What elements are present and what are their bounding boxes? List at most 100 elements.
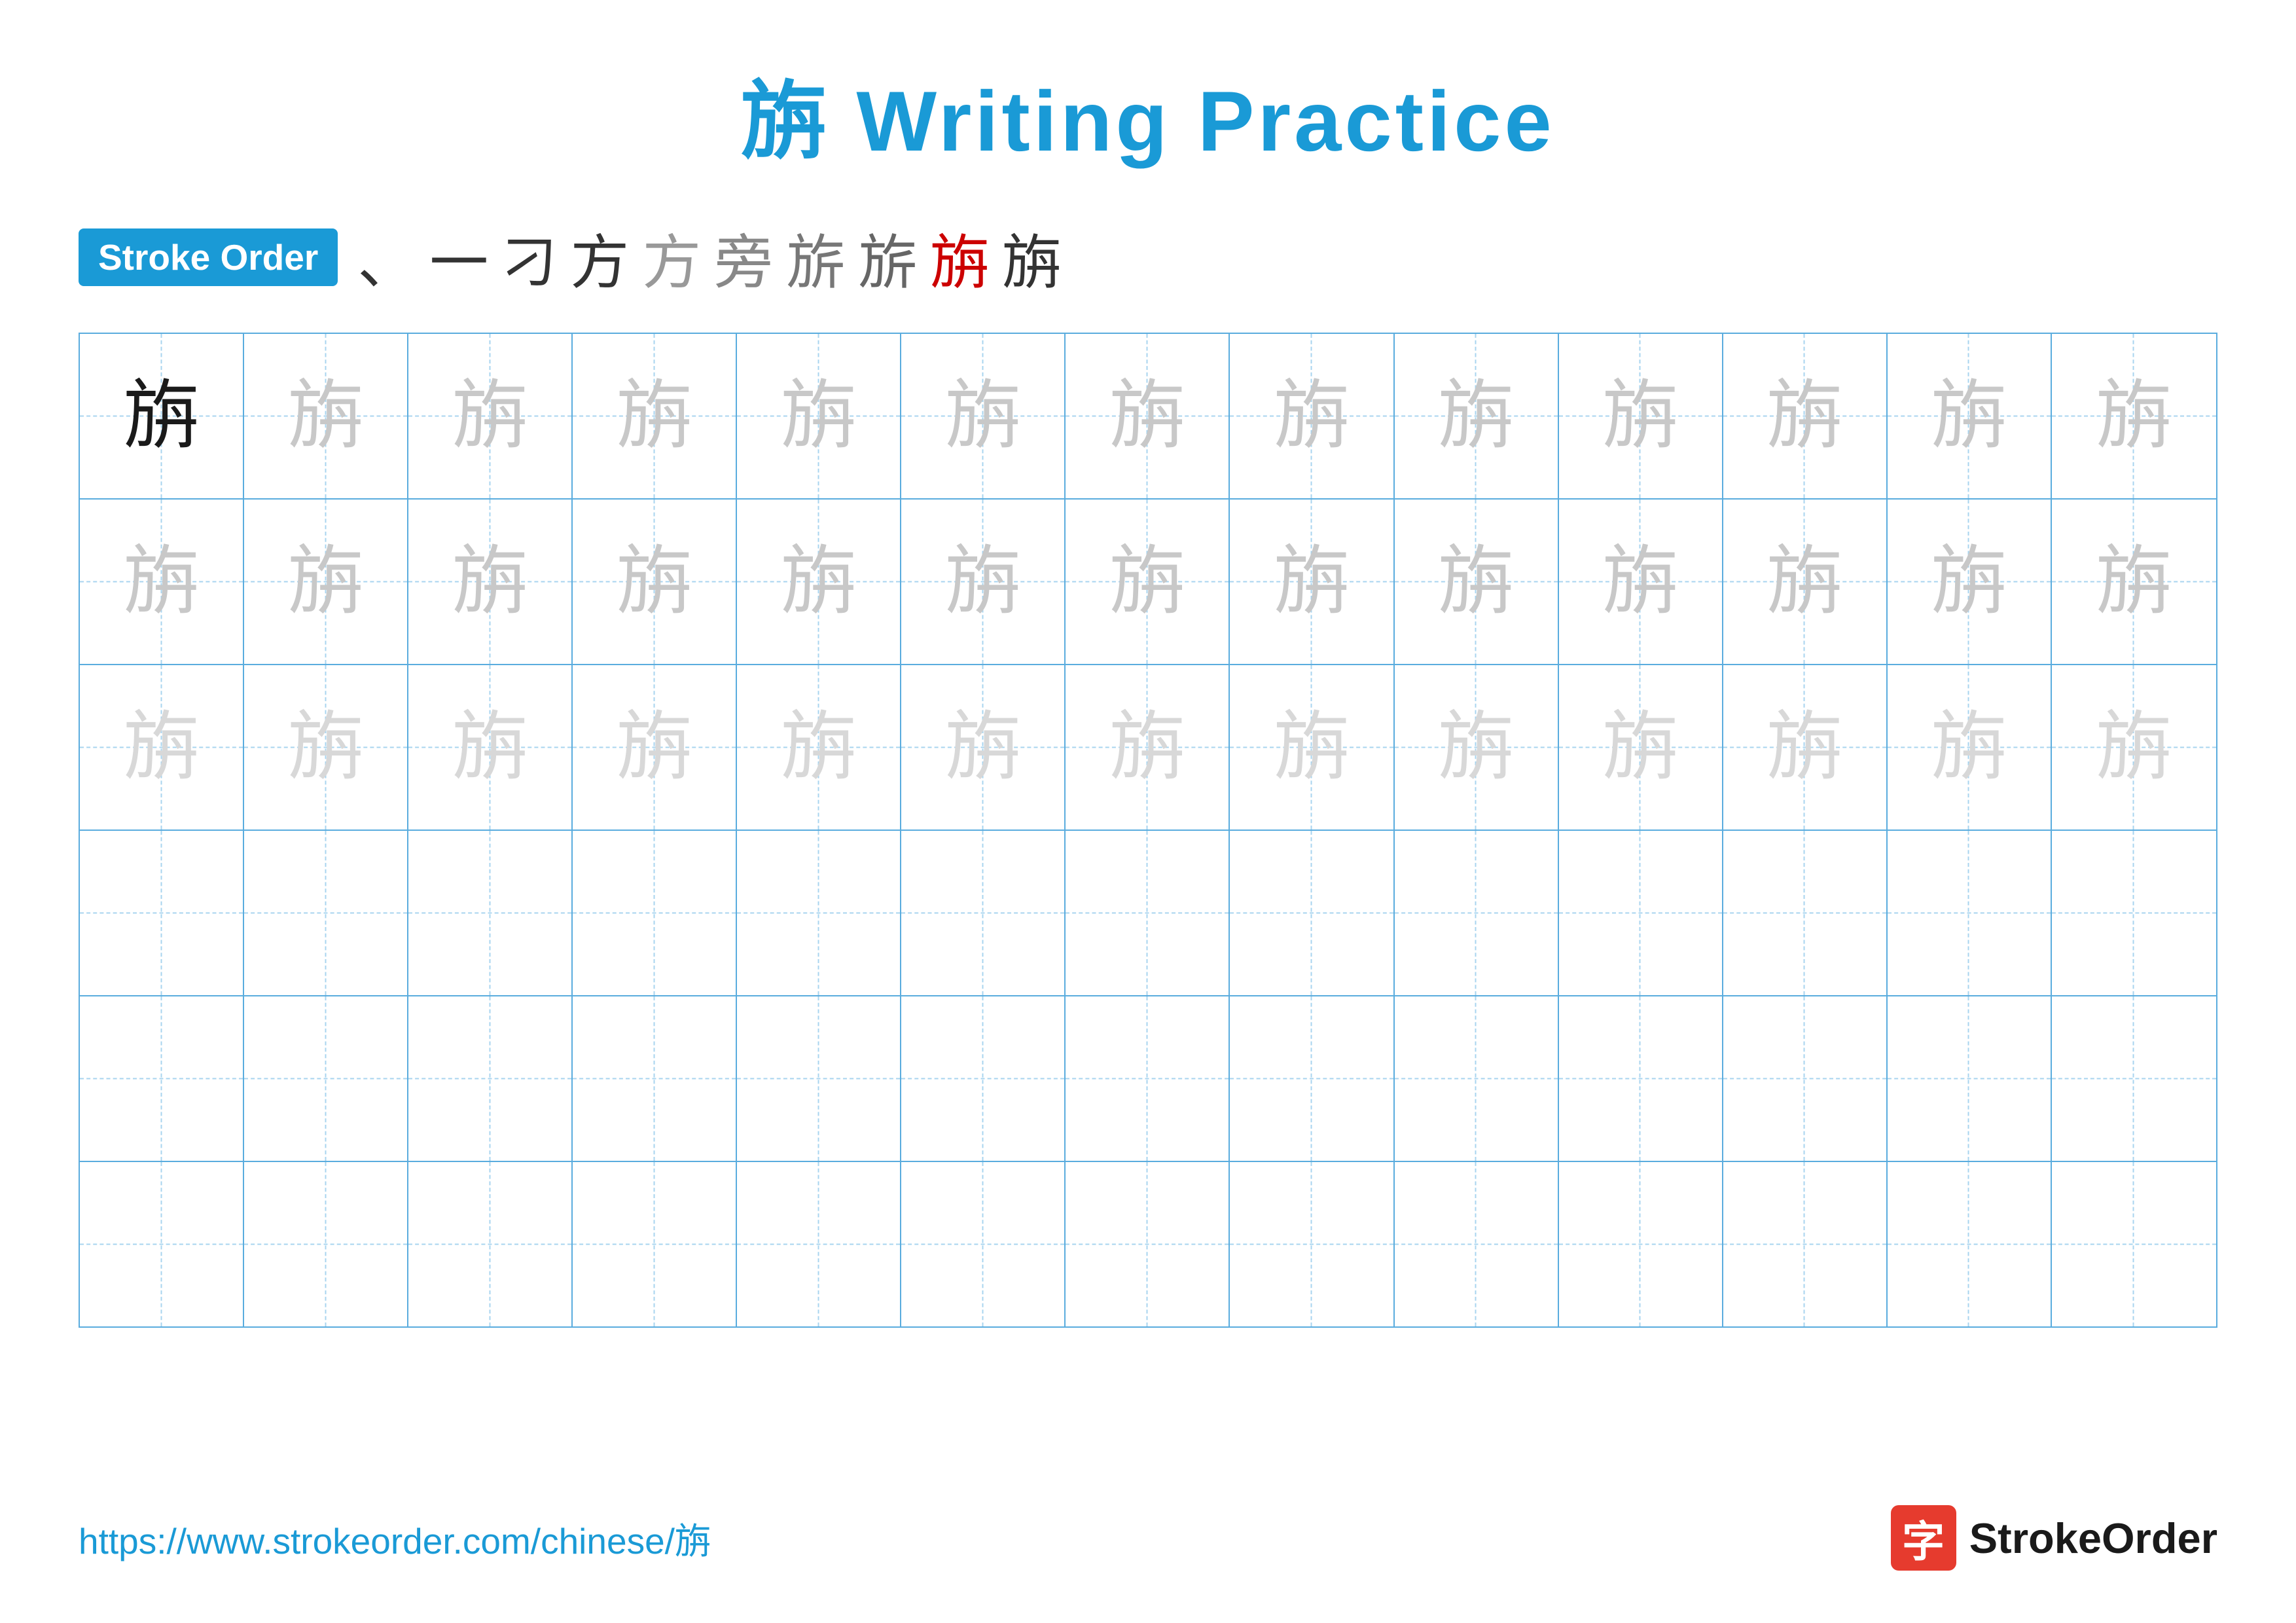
grid-char: 旃 bbox=[1931, 710, 2007, 785]
stroke-order-row: Stroke Order 、 一 刁 方 方 旁 旂 旂 旃 旃 bbox=[79, 215, 2217, 300]
grid-char: 旃 bbox=[781, 710, 856, 785]
grid-cell-3-5 bbox=[901, 831, 1066, 995]
grid-cell-1-12: 旃 bbox=[2052, 500, 2216, 664]
grid-cell-0-11: 旃 bbox=[1888, 334, 2052, 498]
stroke-2: 一 bbox=[429, 215, 488, 300]
grid-cell-3-4 bbox=[737, 831, 901, 995]
grid-cell-0-12: 旃 bbox=[2052, 334, 2216, 498]
grid-cell-3-0 bbox=[80, 831, 244, 995]
grid-cell-5-1 bbox=[244, 1162, 408, 1326]
grid-cell-0-3: 旃 bbox=[573, 334, 737, 498]
grid-cell-4-9 bbox=[1559, 996, 1723, 1161]
grid-cell-5-9 bbox=[1559, 1162, 1723, 1326]
grid-cell-2-5: 旃 bbox=[901, 665, 1066, 830]
grid-char: 旃 bbox=[288, 544, 363, 619]
grid-cell-2-4: 旃 bbox=[737, 665, 901, 830]
grid-char: 旃 bbox=[1274, 544, 1349, 619]
grid-char: 旃 bbox=[1767, 710, 1842, 785]
grid-cell-2-12: 旃 bbox=[2052, 665, 2216, 830]
grid-cell-0-4: 旃 bbox=[737, 334, 901, 498]
grid-char: 旃 bbox=[945, 544, 1020, 619]
grid-char: 旃 bbox=[124, 710, 199, 785]
grid-cell-5-8 bbox=[1395, 1162, 1559, 1326]
grid-cell-1-0: 旃 bbox=[80, 500, 244, 664]
page: 旃 Writing Practice Stroke Order 、 一 刁 方 … bbox=[0, 0, 2296, 1623]
grid-cell-1-11: 旃 bbox=[1888, 500, 2052, 664]
grid-char: 旃 bbox=[1109, 378, 1185, 454]
grid-cell-3-12 bbox=[2052, 831, 2216, 995]
grid-row-5 bbox=[80, 1162, 2216, 1326]
stroke-9: 旃 bbox=[930, 215, 989, 300]
grid-char: 旃 bbox=[1274, 710, 1349, 785]
grid-cell-4-4 bbox=[737, 996, 901, 1161]
grid-cell-4-5 bbox=[901, 996, 1066, 1161]
grid-cell-1-7: 旃 bbox=[1230, 500, 1394, 664]
grid-cell-1-9: 旃 bbox=[1559, 500, 1723, 664]
grid-cell-1-3: 旃 bbox=[573, 500, 737, 664]
grid-char: 旃 bbox=[124, 378, 199, 454]
footer-logo: 字 StrokeOrder bbox=[1891, 1505, 2217, 1571]
grid-char: 旃 bbox=[2096, 378, 2172, 454]
grid-cell-0-7: 旃 bbox=[1230, 334, 1394, 498]
grid-cell-4-2 bbox=[408, 996, 573, 1161]
grid-row-3 bbox=[80, 831, 2216, 996]
grid-char: 旃 bbox=[1931, 544, 2007, 619]
grid-char: 旃 bbox=[1274, 378, 1349, 454]
grid-row-0: 旃旃旃旃旃旃旃旃旃旃旃旃旃 bbox=[80, 334, 2216, 500]
grid-cell-4-3 bbox=[573, 996, 737, 1161]
stroke-10: 旃 bbox=[1002, 215, 1061, 300]
grid-cell-2-9: 旃 bbox=[1559, 665, 1723, 830]
grid-cell-1-10: 旃 bbox=[1723, 500, 1888, 664]
grid-cell-3-7 bbox=[1230, 831, 1394, 995]
grid-cell-3-11 bbox=[1888, 831, 2052, 995]
grid-char: 旃 bbox=[452, 544, 528, 619]
grid-cell-5-2 bbox=[408, 1162, 573, 1326]
grid-cell-5-10 bbox=[1723, 1162, 1888, 1326]
grid-cell-5-6 bbox=[1066, 1162, 1230, 1326]
grid-cell-3-1 bbox=[244, 831, 408, 995]
grid-cell-4-0 bbox=[80, 996, 244, 1161]
grid-cell-5-5 bbox=[901, 1162, 1066, 1326]
stroke-3: 刁 bbox=[501, 217, 557, 298]
stroke-1: 、 bbox=[357, 215, 416, 300]
grid-cell-4-10 bbox=[1723, 996, 1888, 1161]
grid-row-1: 旃旃旃旃旃旃旃旃旃旃旃旃旃 bbox=[80, 500, 2216, 665]
logo-icon: 字 bbox=[1891, 1505, 1956, 1571]
grid-row-2: 旃旃旃旃旃旃旃旃旃旃旃旃旃 bbox=[80, 665, 2216, 831]
grid-cell-3-3 bbox=[573, 831, 737, 995]
grid-cell-2-6: 旃 bbox=[1066, 665, 1230, 830]
stroke-order-badge: Stroke Order bbox=[79, 228, 338, 286]
grid-cell-5-0 bbox=[80, 1162, 244, 1326]
footer: https://www.strokeorder.com/chinese/旃 字 … bbox=[79, 1505, 2217, 1571]
grid-cell-5-12 bbox=[2052, 1162, 2216, 1326]
grid-cell-2-8: 旃 bbox=[1395, 665, 1559, 830]
grid-char: 旃 bbox=[945, 710, 1020, 785]
grid-cell-1-1: 旃 bbox=[244, 500, 408, 664]
stroke-7: 旂 bbox=[786, 215, 845, 300]
grid-cell-0-9: 旃 bbox=[1559, 334, 1723, 498]
grid-char: 旃 bbox=[1767, 544, 1842, 619]
grid-cell-0-8: 旃 bbox=[1395, 334, 1559, 498]
grid-char: 旃 bbox=[452, 378, 528, 454]
stroke-sequence: 、 一 刁 方 方 旁 旂 旂 旃 旃 bbox=[357, 215, 1061, 300]
grid-cell-2-0: 旃 bbox=[80, 665, 244, 830]
grid-char: 旃 bbox=[617, 544, 692, 619]
grid-char: 旃 bbox=[1439, 710, 1514, 785]
grid-char: 旃 bbox=[1439, 378, 1514, 454]
grid-char: 旃 bbox=[945, 378, 1020, 454]
grid-cell-2-11: 旃 bbox=[1888, 665, 2052, 830]
stroke-6: 旁 bbox=[714, 215, 773, 300]
grid-char: 旃 bbox=[1603, 710, 1678, 785]
grid-char: 旃 bbox=[781, 544, 856, 619]
grid-char: 旃 bbox=[124, 544, 199, 619]
grid-char: 旃 bbox=[288, 710, 363, 785]
grid-char: 旃 bbox=[1109, 710, 1185, 785]
grid-row-4 bbox=[80, 996, 2216, 1162]
grid-cell-5-11 bbox=[1888, 1162, 2052, 1326]
grid-cell-2-2: 旃 bbox=[408, 665, 573, 830]
grid-cell-0-5: 旃 bbox=[901, 334, 1066, 498]
grid-cell-5-7 bbox=[1230, 1162, 1394, 1326]
grid-char: 旃 bbox=[2096, 544, 2172, 619]
grid-char: 旃 bbox=[1767, 378, 1842, 454]
grid-cell-4-12 bbox=[2052, 996, 2216, 1161]
